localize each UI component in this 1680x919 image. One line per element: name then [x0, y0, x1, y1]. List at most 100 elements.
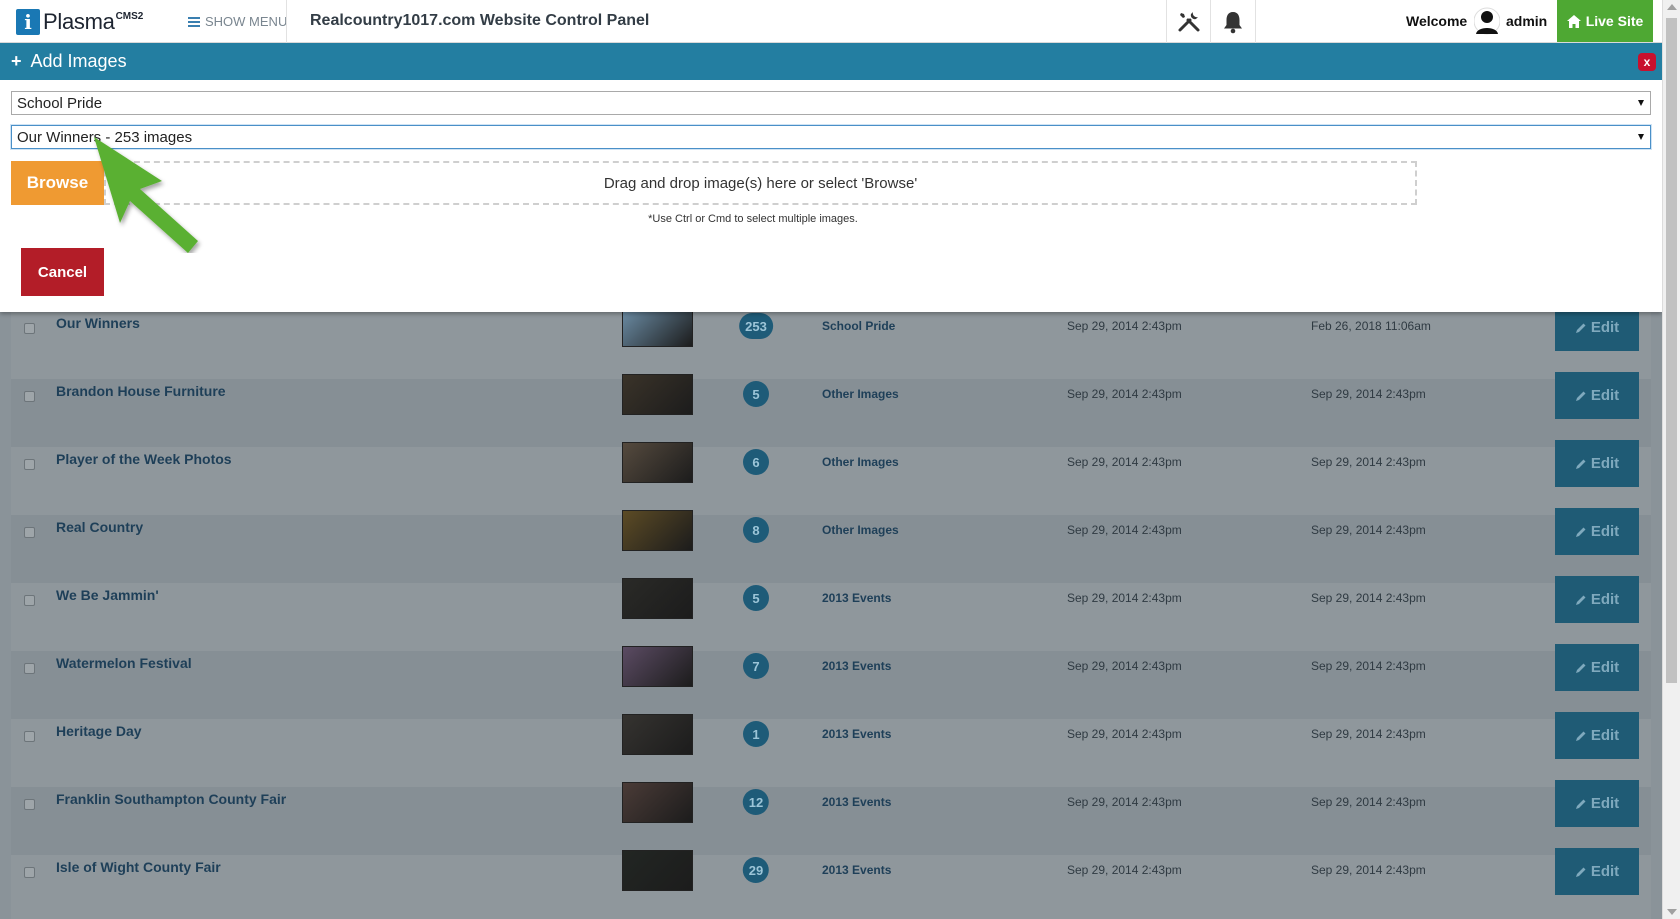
gallery-thumbnail[interactable]: [622, 578, 693, 619]
pencil-icon: [1575, 323, 1586, 333]
gallery-thumbnail[interactable]: [622, 646, 693, 687]
scroll-down-icon[interactable]: [1667, 909, 1677, 915]
edit-label: Edit: [1590, 591, 1620, 608]
edit-button[interactable]: Edit: [1555, 712, 1639, 759]
hamburger-icon: [188, 16, 200, 27]
divider: [1255, 0, 1256, 43]
notifications-button[interactable]: [1211, 0, 1255, 43]
created-date: Sep 29, 2014 2:43pm: [1067, 863, 1182, 877]
gallery-name[interactable]: Watermelon Festival: [56, 655, 192, 671]
divider: [286, 0, 287, 43]
gallery-thumbnail[interactable]: [622, 714, 693, 755]
image-count-badge: 5: [743, 585, 769, 611]
logo-i-icon: i: [16, 9, 40, 35]
gallery-select[interactable]: Our Winners - 253 images: [11, 125, 1651, 149]
row-checkbox[interactable]: [24, 459, 35, 470]
updated-date: Sep 29, 2014 2:43pm: [1311, 795, 1426, 809]
dropzone-text: Drag and drop image(s) here or select 'B…: [603, 174, 918, 192]
row-checkbox[interactable]: [24, 663, 35, 674]
modal-header: + Add Images: [0, 43, 1662, 80]
created-date: Sep 29, 2014 2:43pm: [1067, 727, 1182, 741]
close-button[interactable]: x: [1638, 53, 1656, 71]
welcome-label: Welcome: [1406, 13, 1468, 29]
category-select-value: School Pride: [17, 94, 103, 112]
edit-button[interactable]: Edit: [1555, 780, 1639, 827]
gallery-category[interactable]: School Pride: [822, 319, 895, 333]
username[interactable]: admin: [1506, 13, 1547, 29]
logo-text: Plasma: [43, 9, 115, 34]
updated-date: Sep 29, 2014 2:43pm: [1311, 727, 1426, 741]
show-menu-button[interactable]: SHOW MENU: [188, 14, 287, 29]
row-checkbox[interactable]: [24, 323, 35, 334]
gallery-category[interactable]: Other Images: [822, 455, 899, 469]
row-checkbox[interactable]: [24, 595, 35, 606]
gallery-thumbnail[interactable]: [622, 442, 693, 483]
row-checkbox[interactable]: [24, 867, 35, 878]
image-dropzone[interactable]: Drag and drop image(s) here or select 'B…: [104, 161, 1417, 205]
multi-select-hint: *Use Ctrl or Cmd to select multiple imag…: [0, 213, 1662, 225]
chevron-down-icon: [1638, 100, 1644, 106]
edit-label: Edit: [1590, 387, 1620, 404]
gallery-thumbnail[interactable]: [622, 782, 693, 823]
gallery-category[interactable]: Other Images: [822, 523, 899, 537]
cancel-button[interactable]: Cancel: [21, 248, 104, 296]
home-icon: [1566, 14, 1581, 28]
updated-date: Sep 29, 2014 2:43pm: [1311, 523, 1426, 537]
gallery-category[interactable]: 2013 Events: [822, 591, 891, 605]
edit-button[interactable]: Edit: [1555, 508, 1639, 555]
gallery-thumbnail[interactable]: [622, 510, 693, 551]
logo-superscript: CMS2: [115, 10, 144, 22]
edit-button[interactable]: Edit: [1555, 644, 1639, 691]
image-count-badge: 1: [743, 721, 769, 747]
created-date: Sep 29, 2014 2:43pm: [1067, 455, 1182, 469]
edit-button[interactable]: Edit: [1555, 576, 1639, 623]
gallery-category[interactable]: 2013 Events: [822, 659, 891, 673]
pencil-icon: [1575, 595, 1586, 605]
user-avatar-icon[interactable]: [1474, 7, 1500, 35]
gallery-thumbnail[interactable]: [622, 850, 693, 891]
pencil-icon: [1575, 731, 1586, 741]
scroll-thumb[interactable]: [1666, 18, 1677, 683]
row-checkbox[interactable]: [24, 799, 35, 810]
gallery-thumbnail[interactable]: [622, 306, 693, 347]
page-scrollbar[interactable]: [1662, 0, 1680, 919]
gallery-thumbnail[interactable]: [622, 374, 693, 415]
gallery-name[interactable]: Our Winners: [56, 315, 140, 331]
gallery-name[interactable]: Franklin Southampton County Fair: [56, 791, 286, 807]
image-count-badge: 253: [739, 313, 773, 339]
gallery-row: Brandon House Furniture 5 Other Images S…: [11, 372, 1651, 447]
add-images-modal: + Add Images x School Pride Our Winners …: [0, 43, 1662, 312]
created-date: Sep 29, 2014 2:43pm: [1067, 319, 1182, 333]
plus-icon: +: [11, 51, 22, 71]
created-date: Sep 29, 2014 2:43pm: [1067, 659, 1182, 673]
row-checkbox[interactable]: [24, 731, 35, 742]
tools-button[interactable]: [1167, 0, 1211, 43]
image-count-badge: 6: [743, 449, 769, 475]
category-select[interactable]: School Pride: [11, 91, 1651, 115]
live-site-button[interactable]: Live Site: [1557, 0, 1653, 42]
gallery-name[interactable]: We Be Jammin': [56, 587, 159, 603]
gallery-category[interactable]: 2013 Events: [822, 727, 891, 741]
scroll-up-icon[interactable]: [1667, 4, 1677, 10]
gallery-row: Isle of Wight County Fair 29 2013 Events…: [11, 848, 1651, 919]
created-date: Sep 29, 2014 2:43pm: [1067, 795, 1182, 809]
gallery-name[interactable]: Heritage Day: [56, 723, 142, 739]
gallery-row: Player of the Week Photos 6 Other Images…: [11, 440, 1651, 515]
gallery-name[interactable]: Real Country: [56, 519, 143, 535]
gallery-category[interactable]: Other Images: [822, 387, 899, 401]
gallery-name[interactable]: Player of the Week Photos: [56, 451, 232, 467]
edit-button[interactable]: Edit: [1555, 848, 1639, 895]
gallery-name[interactable]: Brandon House Furniture: [56, 383, 226, 399]
gallery-category[interactable]: 2013 Events: [822, 863, 891, 877]
bell-icon: [1224, 11, 1242, 33]
row-checkbox[interactable]: [24, 527, 35, 538]
edit-button[interactable]: Edit: [1555, 440, 1639, 487]
plasma-cms-logo[interactable]: i Plasma CMS2: [16, 8, 143, 36]
pencil-icon: [1575, 527, 1586, 537]
edit-label: Edit: [1590, 863, 1620, 880]
modal-title: Add Images: [30, 51, 127, 71]
gallery-name[interactable]: Isle of Wight County Fair: [56, 859, 221, 875]
edit-button[interactable]: Edit: [1555, 372, 1639, 419]
gallery-category[interactable]: 2013 Events: [822, 795, 891, 809]
row-checkbox[interactable]: [24, 391, 35, 402]
